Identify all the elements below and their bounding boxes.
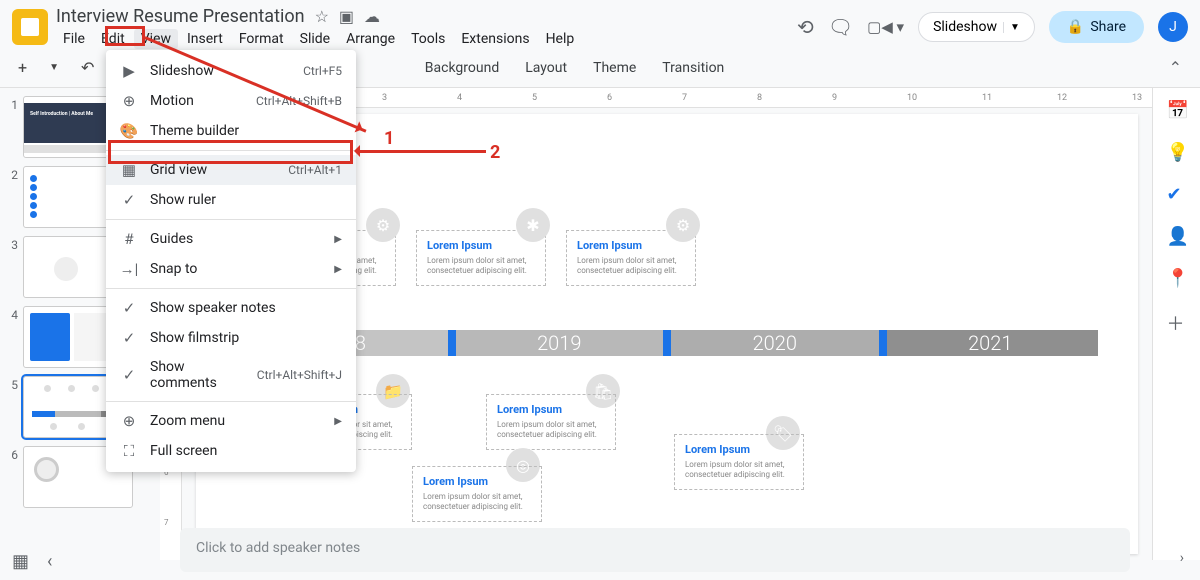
annotation-arrow-2 bbox=[356, 150, 486, 153]
present-record-icon[interactable]: ▢◀ ▾ bbox=[867, 18, 904, 36]
menu-item-grid-view[interactable]: ▦ Grid view Ctrl+Alt+1 bbox=[106, 155, 356, 185]
cloud-status-icon[interactable]: ☁ bbox=[364, 7, 380, 26]
maps-icon[interactable]: 📍 bbox=[1167, 268, 1187, 288]
menu-insert[interactable]: Insert bbox=[180, 29, 230, 49]
thumb-number: 1 bbox=[6, 96, 18, 112]
menu-arrange[interactable]: Arrange bbox=[339, 29, 402, 49]
toolbar-theme[interactable]: Theme bbox=[585, 56, 644, 80]
chevron-right-icon: ▶ bbox=[334, 416, 342, 427]
gear-icon: ⚙ bbox=[366, 208, 400, 242]
star-icon[interactable]: ☆ bbox=[315, 7, 329, 26]
menu-file[interactable]: File bbox=[56, 29, 92, 49]
menu-item-guides[interactable]: # Guides ▶ bbox=[106, 224, 356, 254]
menu-item-snap-to[interactable]: →| Snap to ▶ bbox=[106, 254, 356, 284]
thumb-number: 4 bbox=[6, 306, 18, 322]
timeline-bar: 2018 2019 2020 2021 bbox=[236, 330, 1098, 356]
tasks-icon[interactable]: ✔ bbox=[1167, 184, 1187, 204]
menu-item-full-screen[interactable]: ⛶ Full screen bbox=[106, 436, 356, 466]
menu-tools[interactable]: Tools bbox=[404, 29, 452, 49]
new-slide-button[interactable]: + bbox=[12, 54, 33, 81]
menu-item-show-filmstrip[interactable]: ✓ Show filmstrip bbox=[106, 323, 356, 353]
menu-slide[interactable]: Slide bbox=[293, 29, 337, 49]
gear-icon: ⚙ bbox=[666, 208, 700, 242]
side-panel: 📅 💡 ✔ 👤 📍 ＋ bbox=[1152, 88, 1200, 560]
share-label: Share bbox=[1090, 19, 1126, 35]
check-icon: ✓ bbox=[120, 366, 138, 384]
zoom-icon: ⊕ bbox=[120, 412, 138, 430]
speaker-notes[interactable]: Click to add speaker notes bbox=[180, 528, 1130, 572]
separator bbox=[106, 288, 356, 289]
thumb-number: 3 bbox=[6, 236, 18, 252]
undo-button[interactable]: ↶ bbox=[75, 54, 100, 81]
slideshow-button[interactable]: Slideshow ▼ bbox=[918, 12, 1035, 42]
menu-item-show-comments[interactable]: ✓ Show comments Ctrl+Alt+Shift+J bbox=[106, 353, 356, 397]
grid-view-icon[interactable]: ▦ bbox=[12, 551, 29, 572]
gear-icon: ✱ bbox=[516, 208, 550, 242]
menu-item-slideshow[interactable]: ▶ Slideshow Ctrl+F5 bbox=[106, 56, 356, 86]
menu-item-show-speaker-notes[interactable]: ✓ Show speaker notes bbox=[106, 293, 356, 323]
check-icon: ✓ bbox=[120, 299, 138, 317]
menu-extensions[interactable]: Extensions bbox=[454, 29, 536, 49]
contacts-icon[interactable]: 👤 bbox=[1167, 226, 1187, 246]
slideshow-label: Slideshow bbox=[933, 19, 997, 35]
move-folder-icon[interactable]: ▣ bbox=[339, 7, 354, 26]
menu-help[interactable]: Help bbox=[539, 29, 582, 49]
menu-item-theme-builder[interactable]: 🎨 Theme builder bbox=[106, 116, 356, 146]
fullscreen-icon: ⛶ bbox=[120, 442, 138, 460]
view-menu-dropdown: ▶ Slideshow Ctrl+F5 ⊕ Motion Ctrl+Alt+Sh… bbox=[106, 50, 356, 472]
keep-icon[interactable]: 💡 bbox=[1167, 142, 1187, 162]
menu-format[interactable]: Format bbox=[232, 29, 291, 49]
play-icon: ▶ bbox=[120, 62, 138, 80]
check-icon: ✓ bbox=[120, 329, 138, 347]
titlebar: Interview Resume Presentation ☆ ▣ ☁ File… bbox=[0, 0, 1200, 48]
calendar-icon[interactable]: 📅 bbox=[1167, 100, 1187, 120]
separator bbox=[106, 150, 356, 151]
guides-icon: # bbox=[120, 230, 138, 248]
timeline: Lorem IpsumLorem ipsum dolor sit amet, c… bbox=[226, 184, 1108, 504]
new-slide-dropdown[interactable]: ▼ bbox=[43, 58, 65, 77]
toolbar-layout[interactable]: Layout bbox=[517, 56, 575, 80]
separator bbox=[106, 219, 356, 220]
account-avatar[interactable]: J bbox=[1158, 12, 1188, 42]
check-icon: ✓ bbox=[120, 191, 138, 209]
separator bbox=[106, 401, 356, 402]
chevron-down-icon[interactable]: ▼ bbox=[1003, 22, 1020, 33]
collapse-toolbar-icon[interactable]: ⌃ bbox=[1163, 58, 1188, 77]
add-icon[interactable]: ＋ bbox=[1167, 310, 1187, 330]
timeline-card[interactable]: Lorem IpsumLorem ipsum dolor sit amet, c… bbox=[412, 466, 542, 522]
snap-icon: →| bbox=[120, 260, 138, 278]
palette-icon: 🎨 bbox=[120, 122, 138, 140]
motion-icon: ⊕ bbox=[120, 92, 138, 110]
annotation-label-1: 1 bbox=[384, 128, 394, 149]
thumb-number: 6 bbox=[6, 446, 18, 462]
thumb-number: 5 bbox=[6, 376, 18, 392]
document-title[interactable]: Interview Resume Presentation bbox=[56, 6, 305, 27]
thumb-number: 2 bbox=[6, 166, 18, 182]
menu-item-zoom[interactable]: ⊕ Zoom menu ▶ bbox=[106, 406, 356, 436]
comments-icon[interactable]: 🗨 bbox=[828, 15, 853, 39]
annotation-label-2: 2 bbox=[490, 142, 500, 163]
menu-view[interactable]: View bbox=[134, 29, 178, 49]
menu-edit[interactable]: Edit bbox=[94, 29, 132, 49]
footer: ▦ ‹ Click to add speaker notes › bbox=[0, 520, 1200, 580]
share-button[interactable]: 🔒 Share bbox=[1049, 11, 1144, 43]
prev-slide-icon[interactable]: ‹ bbox=[47, 551, 52, 572]
grid-icon: ▦ bbox=[120, 161, 138, 179]
chevron-right-icon: ▶ bbox=[334, 234, 342, 245]
chevron-right-icon: ▶ bbox=[334, 264, 342, 275]
menu-item-show-ruler[interactable]: ✓ Show ruler bbox=[106, 185, 356, 215]
lock-icon: 🔒 bbox=[1067, 19, 1084, 35]
timeline-card[interactable]: Lorem IpsumLorem ipsum dolor sit amet, c… bbox=[674, 434, 804, 490]
history-icon[interactable]: ⟲ bbox=[797, 15, 814, 39]
toolbar-background[interactable]: Background bbox=[417, 56, 507, 80]
timeline-card[interactable]: Lorem IpsumLorem ipsum dolor sit amet, c… bbox=[486, 394, 616, 450]
slides-app-icon[interactable] bbox=[12, 9, 48, 45]
toolbar-transition[interactable]: Transition bbox=[654, 56, 732, 80]
explore-icon[interactable]: › bbox=[1180, 550, 1184, 566]
